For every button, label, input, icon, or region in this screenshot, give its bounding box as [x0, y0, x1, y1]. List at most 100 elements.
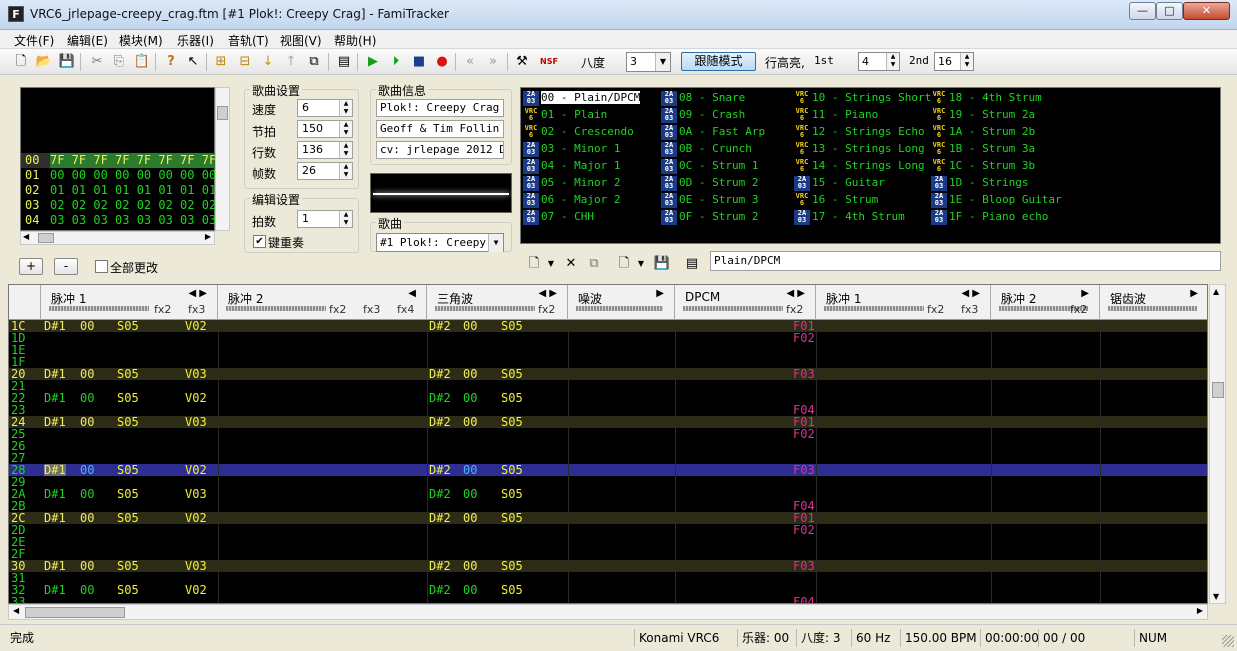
note-cell[interactable]: D#1 — [44, 464, 66, 476]
note-cell[interactable]: D#2 — [429, 488, 451, 500]
channel-header-4[interactable]: 噪波 ▶ — [568, 285, 675, 320]
effect-cell[interactable]: S05 — [117, 392, 139, 404]
scroll-right-icon[interactable]: ▶ — [205, 232, 211, 241]
volume-effect-cell[interactable]: V03 — [185, 416, 207, 428]
spin-arrows-icon[interactable]: ▲ ▼ — [339, 100, 352, 116]
rows-input[interactable]: 136 ▲ ▼ — [297, 141, 353, 159]
note-cell[interactable]: D#1 — [44, 560, 66, 572]
effect-cell[interactable]: S05 — [117, 584, 139, 596]
effect-cell[interactable]: S05 — [117, 416, 139, 428]
instrument-item[interactable]: 2A 03 04 - Major 1 — [523, 157, 620, 174]
pattern-row[interactable]: 1D F02 — [9, 332, 1207, 344]
frame-row[interactable]: 03 02 02 02 02 02 02 02 02 — [21, 198, 216, 213]
instrument-cell[interactable]: 00 — [463, 392, 477, 404]
pattern-editor[interactable]: 脉冲 1 ◀ ▶ fx2 fx3 脉冲 2 ◀ fx2 fx3 fx4 三角波 ◀ ▶ fx2 噪波 ▶ D… — [8, 284, 1208, 604]
pattern-row[interactable]: 2C D#1 00 S05 V02 D#2 00 S05 F01 — [9, 512, 1207, 524]
pattern-row[interactable]: 26 — [9, 440, 1207, 452]
note-cell[interactable]: D#2 — [429, 512, 451, 524]
instrument-item[interactable]: 2A 03 0D - Strum 2 — [661, 174, 758, 191]
pattern-rows[interactable]: 1C D#1 00 S05 V02 D#2 00 S05 F01 1D F02 1E 1F 20 D#1 00… — [9, 320, 1207, 603]
instrument-item[interactable]: 2A 03 05 - Minor 2 — [523, 174, 620, 191]
duplicate-frame-icon[interactable]: ⧉ — [305, 53, 323, 71]
pattern-row[interactable]: 22 D#1 00 S05 V02 D#2 00 S05 — [9, 392, 1207, 404]
scroll-down-icon[interactable]: ▼ — [1213, 592, 1219, 601]
new-instrument-icon[interactable]: 🗋 — [525, 255, 543, 273]
pattern-row[interactable]: 20 D#1 00 S05 V03 D#2 00 S05 F03 — [9, 368, 1207, 380]
instrument-item[interactable]: VRC 6 02 - Crescendo — [523, 123, 634, 140]
remove-frame-button[interactable]: - — [54, 258, 78, 275]
scrollbar-thumb[interactable] — [38, 233, 54, 243]
frame-row[interactable]: 01 00 00 00 00 00 00 00 00 — [21, 168, 216, 183]
spin-arrows-icon[interactable]: ▲ ▼ — [339, 163, 352, 179]
pattern-row[interactable]: 2A D#1 00 S05 V03 D#2 00 S05 — [9, 488, 1207, 500]
instrument-item[interactable]: 2A 03 0F - Strum 2 — [661, 208, 758, 225]
instrument-cell[interactable]: 00 — [80, 464, 94, 476]
speed-input[interactable]: 6 ▲ ▼ — [297, 99, 353, 117]
chevron-down-icon[interactable]: ▼ — [632, 255, 650, 273]
settings-icon[interactable]: ⚒ — [513, 53, 531, 71]
save-icon[interactable]: 💾 — [58, 53, 76, 71]
previous-track-icon[interactable]: « — [461, 53, 479, 71]
instrument-cell[interactable]: 00 — [463, 416, 477, 428]
record-icon[interactable]: ● — [433, 53, 451, 71]
instrument-cell[interactable]: 00 — [80, 584, 94, 596]
note-cell[interactable]: D#2 — [429, 320, 451, 332]
load-instrument-icon[interactable]: 🗋 — [615, 255, 633, 273]
instrument-cell[interactable]: 00 — [463, 488, 477, 500]
instrument-cell[interactable]: 00 — [80, 320, 94, 332]
new-file-icon[interactable]: 🗋 — [12, 53, 30, 71]
add-frame-button[interactable]: + — [19, 258, 43, 275]
frame-row[interactable]: 02 01 01 01 01 01 01 01 01 — [21, 183, 216, 198]
instrument-name-field[interactable]: Plain/DPCM — [710, 251, 1221, 271]
cut-icon[interactable]: ✂ — [88, 53, 106, 71]
instrument-item[interactable]: VRC 6 16 - Strum — [794, 191, 878, 208]
note-cell[interactable]: D#2 — [429, 584, 451, 596]
instrument-cell[interactable]: 00 — [80, 488, 94, 500]
instrument-cell[interactable]: 00 — [463, 560, 477, 572]
note-cell[interactable]: D#1 — [44, 488, 66, 500]
frame-row[interactable]: 04 03 03 03 03 03 03 03 03 — [21, 213, 216, 228]
volume-effect-cell[interactable]: V03 — [185, 368, 207, 380]
instrument-item[interactable]: 2A 03 08 - Snare — [661, 89, 745, 106]
frame-editor[interactable]: 00 7F 7F 7F 7F 7F 7F 7F 7F 01 00 00 00 00 0… — [20, 87, 217, 231]
next-track-icon[interactable]: » — [484, 53, 502, 71]
effect-cell[interactable]: S05 — [117, 512, 139, 524]
channel-header-7[interactable]: 脉冲 2 ▶ fx2 — [991, 285, 1100, 320]
menu-edit[interactable]: 编辑(E) — [67, 32, 108, 49]
spin-arrows-icon[interactable]: ▲ ▼ — [886, 53, 899, 70]
instrument-item[interactable]: 2A 03 00 - Plain/DPCM — [523, 89, 641, 106]
instrument-cell[interactable]: 00 — [80, 560, 94, 572]
effect-cell[interactable]: F02 — [793, 524, 815, 536]
channel-header-6[interactable]: 脉冲 1 ◀ ▶ fx2 fx3 — [816, 285, 991, 320]
channel-arrows-icon[interactable]: ◀ ▶ — [188, 288, 207, 299]
change-all-checkbox[interactable] — [95, 260, 108, 273]
context-help-icon[interactable]: ↖ — [184, 53, 202, 71]
instrument-item[interactable]: VRC 6 1C - Strum 3b — [931, 157, 1035, 174]
pattern-row[interactable]: 2E — [9, 536, 1207, 548]
instrument-item[interactable]: 2A 03 1F - Piano echo — [931, 208, 1048, 225]
effect-cell[interactable]: S05 — [501, 488, 523, 500]
instrument-item[interactable]: VRC 6 12 - Strings Echo — [794, 123, 925, 140]
song-name-field[interactable]: Plok!: Creepy Crag — [376, 99, 504, 117]
instrument-item[interactable]: VRC 6 11 - Piano — [794, 106, 878, 123]
volume-effect-cell[interactable]: V02 — [185, 464, 207, 476]
frame-row[interactable]: 00 7F 7F 7F 7F 7F 7F 7F 7F — [21, 153, 217, 168]
effect-cell[interactable]: S05 — [501, 392, 523, 404]
spin-arrows-icon[interactable]: ▲ ▼ — [339, 211, 352, 227]
insert-frame-icon[interactable]: ⊞ — [212, 53, 230, 71]
octave-select[interactable]: 3 ▼ — [626, 52, 671, 72]
open-file-icon[interactable]: 📂 — [35, 53, 53, 71]
channel-header-5[interactable]: DPCM ◀ ▶ fx2 — [675, 285, 816, 320]
follow-mode-button[interactable]: 跟随模式 — [681, 52, 756, 71]
pattern-row[interactable]: 24 D#1 00 S05 V03 D#2 00 S05 F01 — [9, 416, 1207, 428]
help-icon[interactable]: ? — [162, 53, 180, 71]
instrument-item[interactable]: VRC 6 1B - Strum 3a — [931, 140, 1035, 157]
instrument-item[interactable]: 2A 03 0E - Strum 3 — [661, 191, 758, 208]
instrument-item[interactable]: VRC 6 01 - Plain — [523, 106, 607, 123]
save-instrument-icon[interactable]: 💾 — [653, 255, 671, 273]
scrollbar-thumb[interactable] — [1212, 382, 1224, 398]
instrument-item[interactable]: 2A 03 0A - Fast Arp — [661, 123, 765, 140]
scroll-right-icon[interactable]: ▶ — [1197, 606, 1203, 615]
note-cell[interactable]: D#1 — [44, 392, 66, 404]
effect-cell[interactable]: S05 — [117, 320, 139, 332]
